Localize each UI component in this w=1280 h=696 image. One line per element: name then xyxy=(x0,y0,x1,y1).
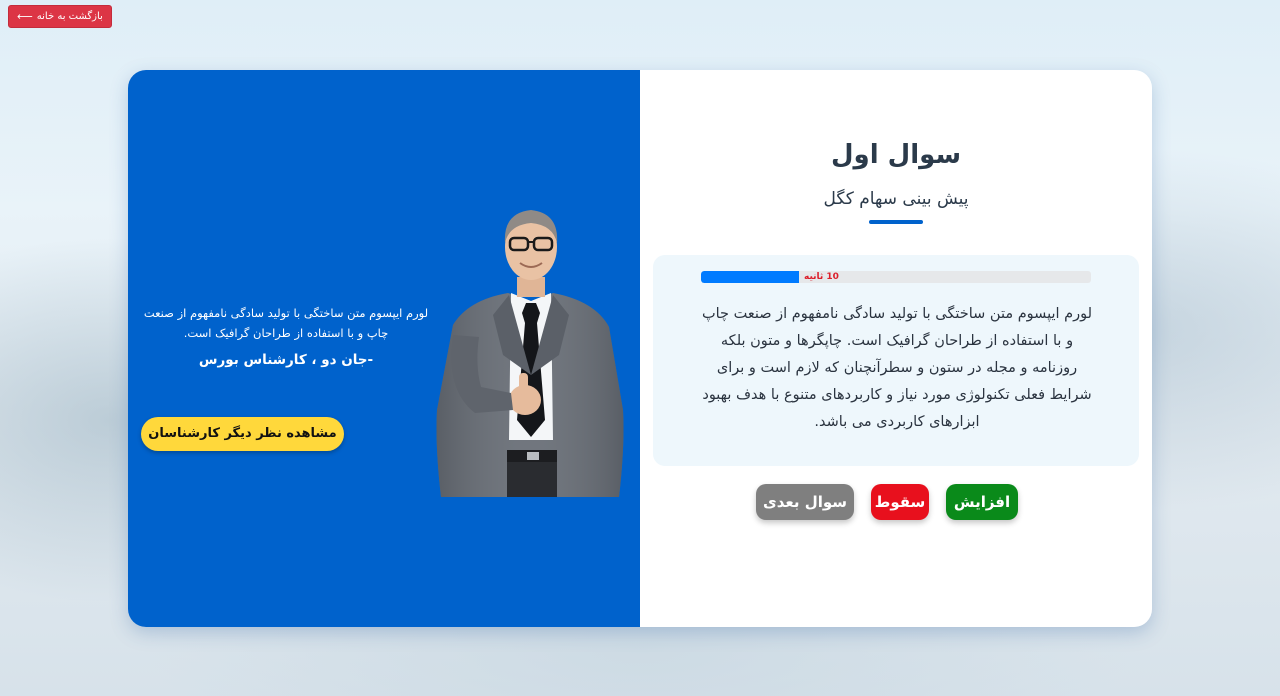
title-underline xyxy=(869,220,923,224)
next-question-button[interactable]: سوال بعدی xyxy=(756,484,854,520)
expert-quote: لورم ایپسوم متن ساختگی با تولید سادگی نا… xyxy=(143,306,429,340)
question-text: لورم ایپسوم متن ساختگی با تولید سادگی نا… xyxy=(701,306,1093,430)
question-card: لورم ایپسوم متن ساختگی با تولید سادگی نا… xyxy=(128,70,1152,627)
increase-button[interactable]: افزایش xyxy=(946,484,1018,520)
timer-progress-bar: 10 ثانیه xyxy=(701,271,1091,283)
arrow-left-icon: ⟵ xyxy=(17,10,33,23)
expert-photo xyxy=(436,210,624,497)
back-to-home-label: بازگشت به خانه xyxy=(36,11,103,22)
expert-author: -جان دو ، کارشناس بورس xyxy=(198,352,374,368)
question-title: سوال اول xyxy=(830,140,962,170)
question-subtitle: پیش بینی سهام کگل xyxy=(823,189,969,209)
timer-progress-fill xyxy=(701,271,799,283)
timer-label: 10 ثانیه xyxy=(804,272,839,282)
question-panel: سوال اول پیش بینی سهام کگل 10 ثانیه لورم… xyxy=(640,70,1152,627)
view-other-experts-button[interactable]: مشاهده نظر دیگر کارشناسان xyxy=(141,417,344,451)
back-to-home-button[interactable]: ⟵ بازگشت به خانه xyxy=(8,5,112,28)
question-box: 10 ثانیه لورم ایپسوم متن ساختگی با تولید… xyxy=(653,255,1139,466)
decrease-button[interactable]: سقوط xyxy=(871,484,929,520)
expert-panel: لورم ایپسوم متن ساختگی با تولید سادگی نا… xyxy=(128,70,640,627)
